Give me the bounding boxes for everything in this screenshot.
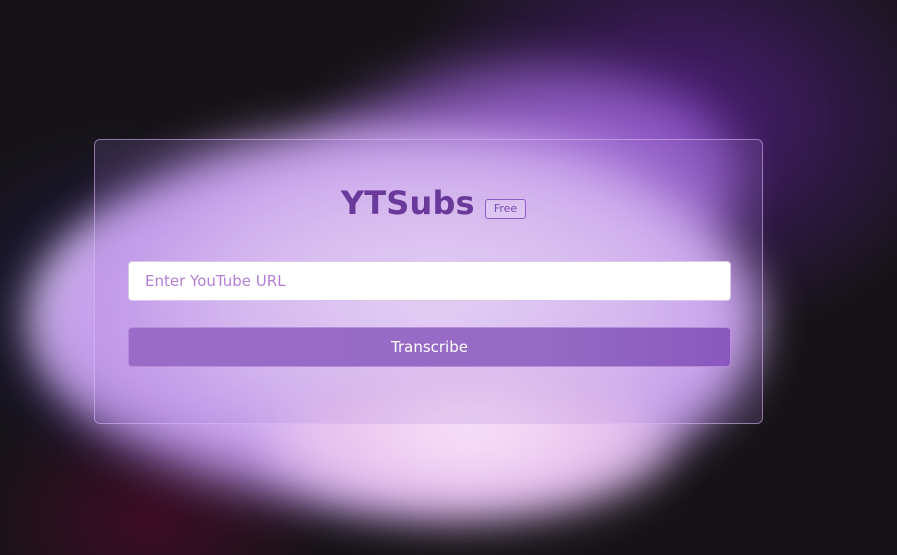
youtube-url-input[interactable] (128, 261, 731, 301)
app-title: YTSubs (340, 184, 475, 222)
transcribe-card: YTSubs Free Transcribe (94, 139, 763, 424)
header: YTSubs Free (95, 184, 762, 222)
free-badge: Free (484, 199, 527, 219)
app-background: YTSubs Free Transcribe (0, 0, 897, 555)
transcribe-button[interactable]: Transcribe (128, 327, 731, 367)
